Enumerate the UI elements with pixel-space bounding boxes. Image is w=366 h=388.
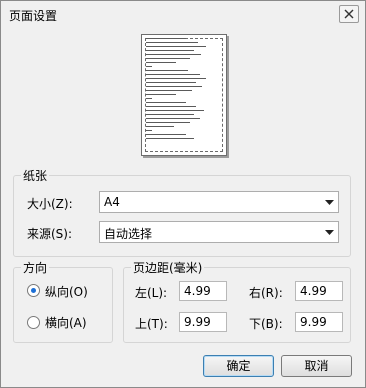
margin-left-input[interactable] xyxy=(179,281,227,301)
close-icon xyxy=(344,9,354,19)
paper-source-value: 自动选择 xyxy=(104,227,153,241)
landscape-label[interactable]: 横向(A) xyxy=(45,314,87,331)
portrait-radio[interactable] xyxy=(27,284,40,297)
margin-top-input[interactable] xyxy=(179,312,227,332)
orientation-group-label: 方向 xyxy=(21,259,50,276)
close-button[interactable] xyxy=(339,5,359,23)
title-bar: 页面设置 xyxy=(1,1,365,29)
portrait-label[interactable]: 纵向(O) xyxy=(45,283,88,300)
page-preview xyxy=(141,34,227,156)
margin-bottom-input[interactable] xyxy=(295,312,343,332)
margin-right-input[interactable] xyxy=(295,281,343,301)
chevron-down-icon xyxy=(325,230,334,235)
margin-left-label: 左(L): xyxy=(135,286,168,300)
paper-source-select[interactable]: 自动选择 xyxy=(99,221,339,243)
paper-size-label: 大小(Z): xyxy=(27,197,73,211)
paper-group xyxy=(13,175,351,257)
orientation-group xyxy=(13,267,113,343)
paper-size-select[interactable]: A4 xyxy=(99,191,339,213)
margin-bottom-label: 下(B): xyxy=(249,317,283,331)
paper-size-value: A4 xyxy=(104,195,120,209)
preview-text-lines xyxy=(146,38,216,142)
paper-group-label: 纸张 xyxy=(21,167,50,184)
ok-button[interactable]: 确定 xyxy=(203,355,274,377)
margin-top-label: 上(T): xyxy=(135,317,168,331)
cancel-button[interactable]: 取消 xyxy=(281,355,352,377)
chevron-down-icon xyxy=(325,200,334,205)
paper-source-label: 来源(S): xyxy=(27,227,73,241)
margin-right-label: 右(R): xyxy=(249,286,283,300)
page-setup-dialog: 页面设置 纸张 大小(Z): A4 来源(S): 自动选择 方向 纵向(O) 横… xyxy=(0,0,366,388)
margins-group-label: 页边距(毫米) xyxy=(131,259,205,276)
landscape-radio[interactable] xyxy=(27,316,40,329)
window-title: 页面设置 xyxy=(9,9,58,23)
